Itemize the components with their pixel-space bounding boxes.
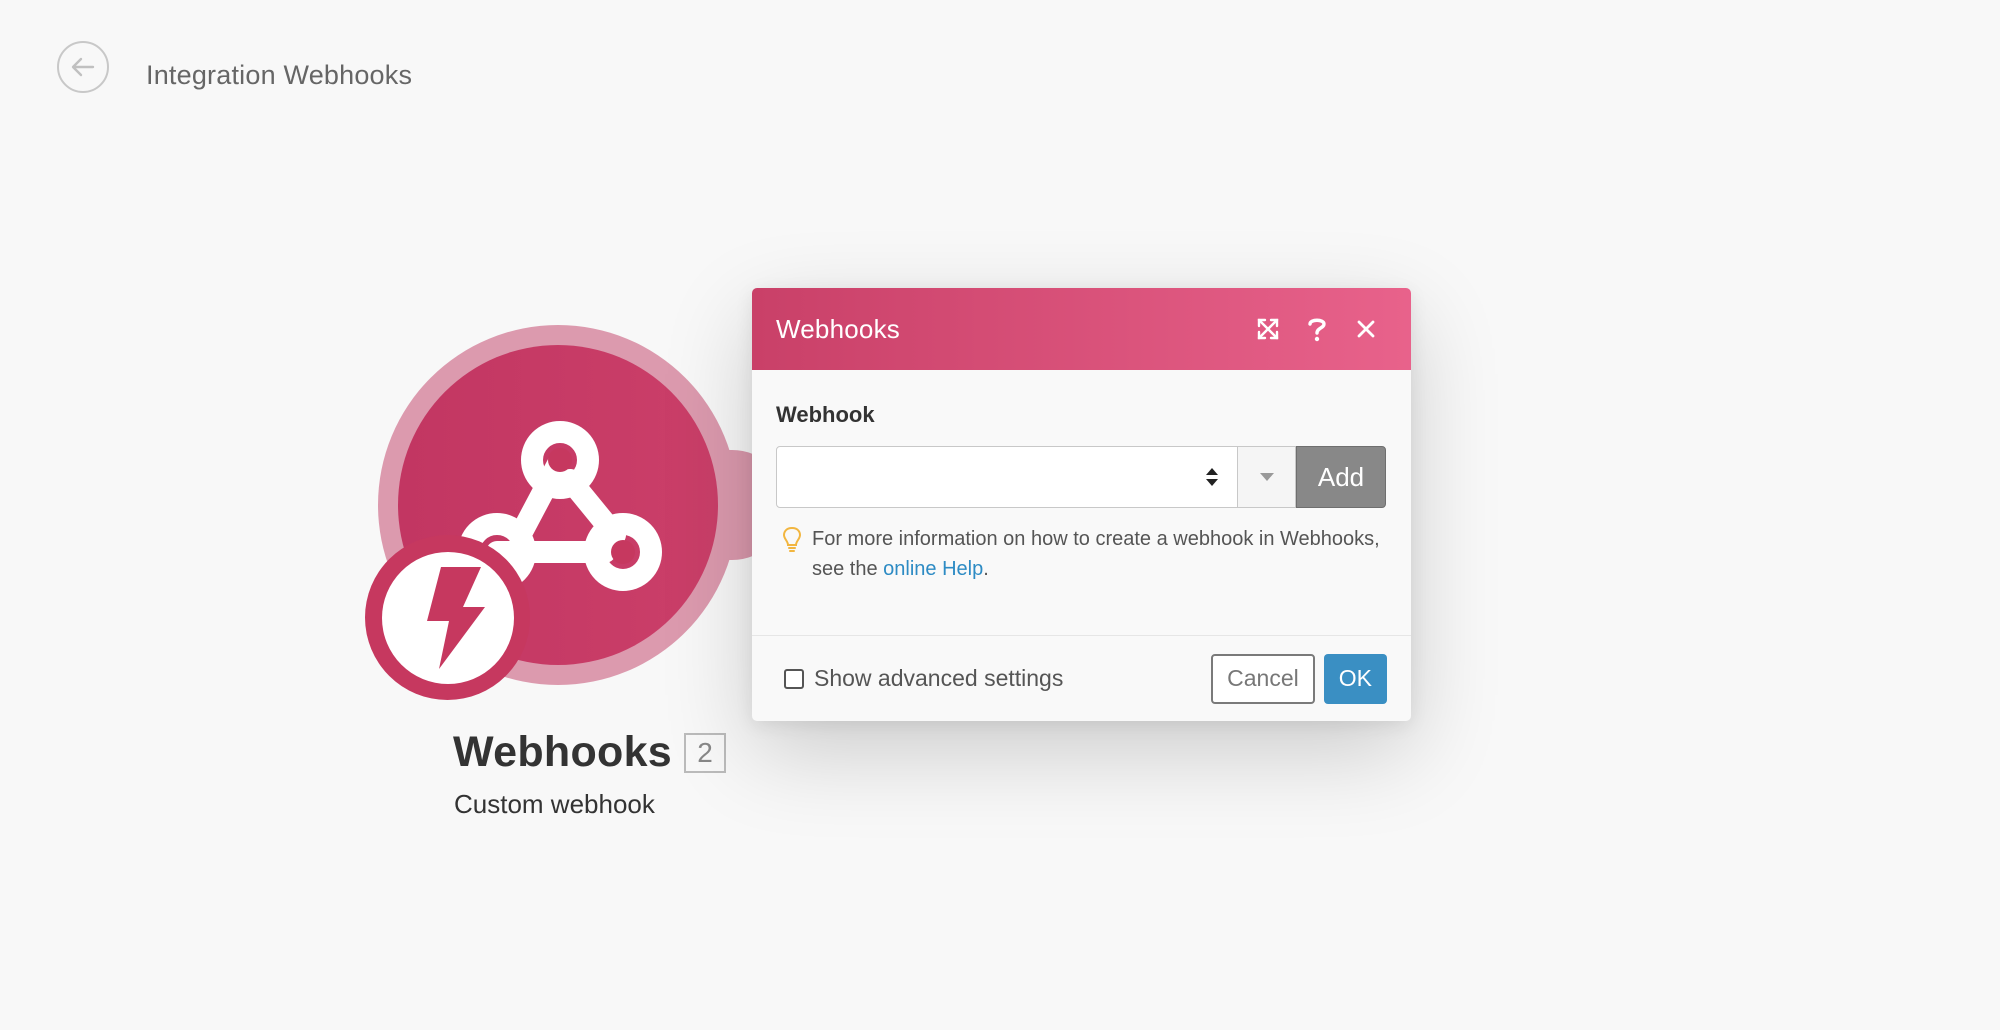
- scenario-editor: Integration Webhooks Webhooks 2 Custom w…: [0, 0, 2000, 1030]
- dialog-body: Webhook Add For more information on how …: [752, 370, 1411, 635]
- caret-down-icon: [1259, 473, 1274, 481]
- select-arrows-icon: [1206, 468, 1218, 486]
- webhooks-dialog: Webhooks Webhook Add For more informatio…: [752, 288, 1411, 721]
- back-button[interactable]: [57, 41, 109, 93]
- lightning-bolt-icon: [426, 566, 485, 669]
- module-subtitle: Custom webhook: [454, 789, 655, 819]
- add-webhook-button[interactable]: Add: [1296, 446, 1386, 508]
- webhook-field-row: Add: [776, 446, 1387, 508]
- expand-button[interactable]: [1247, 308, 1289, 350]
- expand-icon: [1257, 318, 1279, 340]
- online-help-link[interactable]: online Help: [883, 558, 983, 580]
- help-icon: [1308, 318, 1326, 342]
- help-note: For more information on how to create a …: [776, 524, 1387, 584]
- trigger-badge: [365, 535, 530, 700]
- dialog-footer: Show advanced settings Cancel OK: [752, 635, 1411, 721]
- help-button[interactable]: [1296, 308, 1338, 350]
- cancel-button[interactable]: Cancel: [1211, 653, 1315, 704]
- advanced-settings-checkbox[interactable]: [784, 668, 804, 689]
- webhook-dropdown-toggle[interactable]: [1238, 446, 1296, 508]
- webhook-field-label: Webhook: [776, 402, 875, 427]
- help-text: For more information on how to create a …: [812, 524, 1387, 584]
- dialog-header: Webhooks: [752, 288, 1411, 370]
- close-button[interactable]: [1345, 308, 1387, 350]
- close-icon: [1357, 320, 1375, 338]
- module-name: Webhooks: [453, 728, 673, 776]
- dialog-title: Webhooks: [776, 313, 900, 344]
- webhook-select[interactable]: [776, 446, 1238, 508]
- scenario-title: Integration Webhooks: [146, 60, 413, 90]
- module-id-badge: 2: [684, 733, 726, 773]
- arrow-left-icon: [71, 57, 95, 77]
- lightbulb-icon: [782, 526, 802, 552]
- ok-button[interactable]: OK: [1323, 653, 1387, 704]
- advanced-settings-label[interactable]: Show advanced settings: [814, 665, 1211, 692]
- webhooks-module[interactable]: [365, 325, 787, 745]
- help-text-end: .: [983, 558, 989, 580]
